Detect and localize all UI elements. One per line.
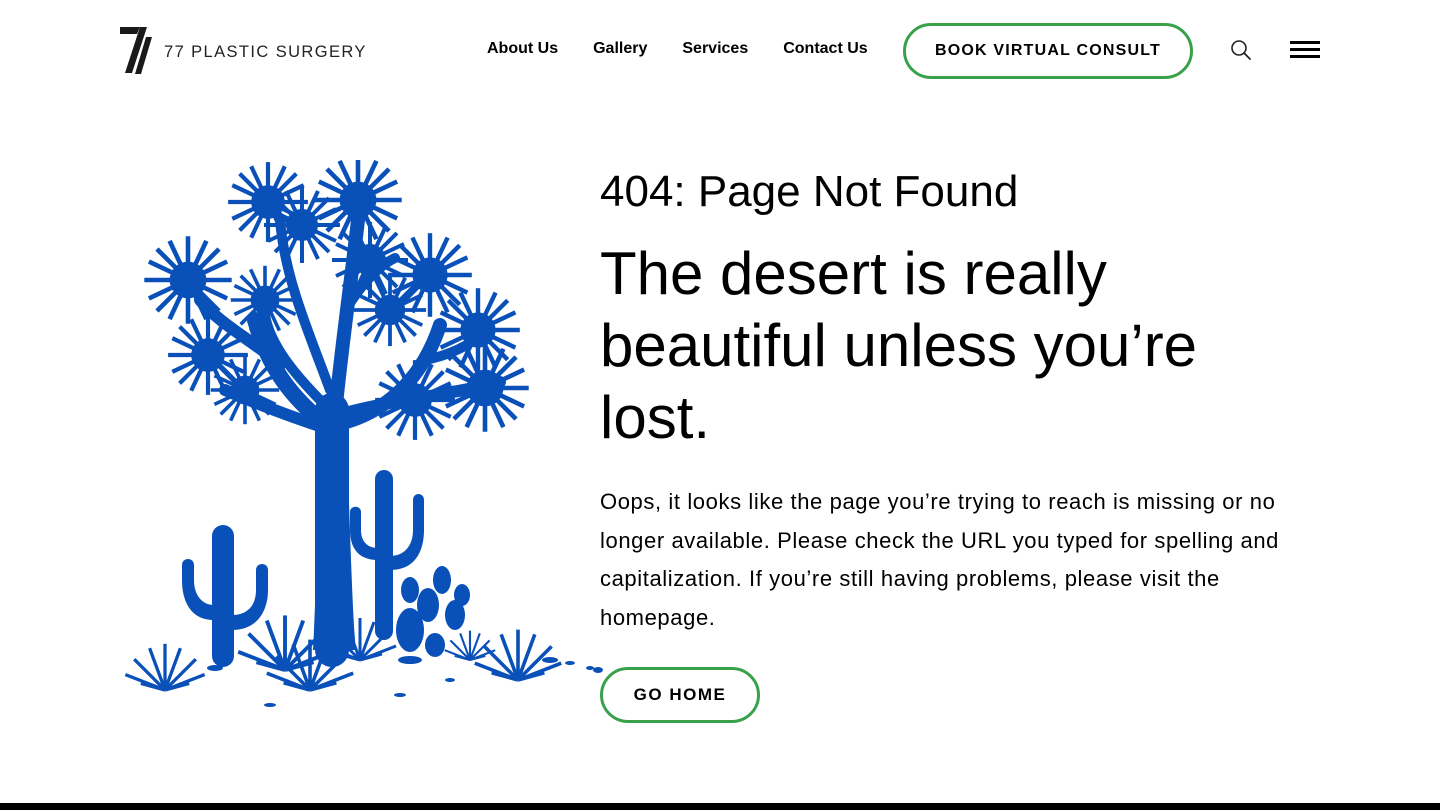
error-title: 404: Page Not Found [600, 167, 1019, 216]
search-icon[interactable] [1229, 38, 1253, 62]
nav-about-us[interactable]: About Us [487, 38, 558, 60]
nav-contact-us[interactable]: Contact Us [783, 38, 867, 60]
logo-icon [120, 27, 152, 74]
nav-services[interactable]: Services [682, 38, 748, 60]
main-nav: About Us Gallery Services Contact Us [487, 38, 868, 60]
desert-illustration [123, 160, 603, 707]
logo-text: 77 PLASTIC SURGERY [164, 42, 367, 61]
nav-gallery[interactable]: Gallery [593, 38, 647, 60]
site-header: 77 PLASTIC SURGERY About Us Gallery Serv… [0, 0, 1440, 100]
error-message: Oops, it looks like the page you’re tryi… [600, 489, 1280, 630]
go-home-button[interactable]: GO HOME [600, 667, 760, 723]
footer-bar [0, 803, 1440, 810]
error-headline: The desert is really beautiful unless yo… [600, 240, 1198, 451]
site-logo[interactable]: 77 PLASTIC SURGERY [120, 26, 367, 76]
hamburger-menu-icon[interactable] [1290, 41, 1320, 59]
book-virtual-consult-button[interactable]: BOOK VIRTUAL CONSULT [903, 23, 1193, 79]
